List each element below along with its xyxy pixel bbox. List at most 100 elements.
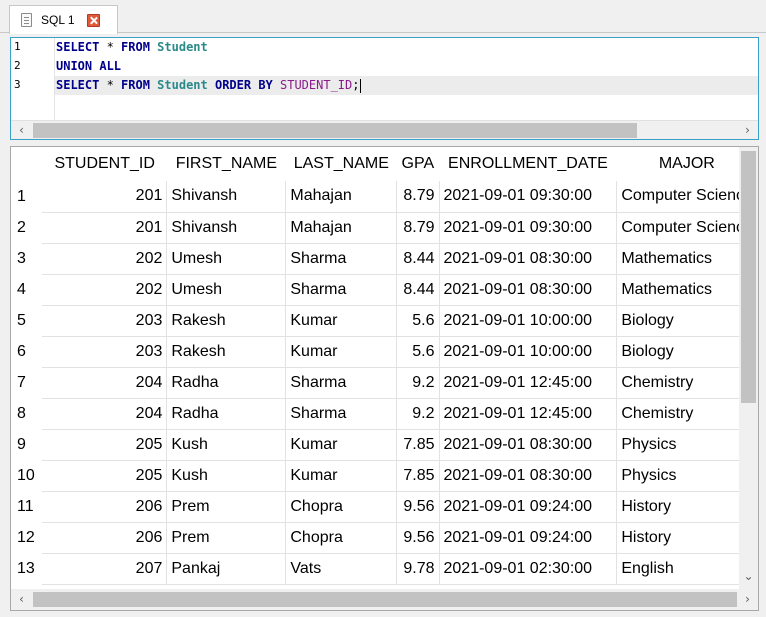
- table-cell[interactable]: 9.56: [396, 522, 440, 554]
- table-cell[interactable]: 2021-09-01 09:30:00: [439, 181, 618, 213]
- scroll-thumb[interactable]: [741, 151, 756, 403]
- table-cell[interactable]: Mathematics: [616, 274, 758, 306]
- result-grid[interactable]: STUDENT_ID FIRST_NAME LAST_NAME GPA ENRO…: [10, 146, 759, 611]
- table-cell[interactable]: Sharma: [285, 398, 398, 430]
- table-row[interactable]: 4 202 Umesh Sharma 8.44 2021-09-01 08:30:00 Ma…: [11, 274, 758, 306]
- code-line-current[interactable]: SELECT * FROM Student ORDER BY STUDENT_I…: [55, 76, 758, 95]
- table-row[interactable]: 13 207 Pankaj Vats 9.78 2021-09-01 02:30:00 En…: [11, 553, 758, 585]
- table-row[interactable]: 9 205 Kush Kumar 7.85 2021-09-01 08:30:00 Phys…: [11, 429, 758, 461]
- row-number[interactable]: 13: [11, 553, 42, 584]
- table-cell[interactable]: 205: [42, 429, 168, 461]
- table-cell[interactable]: Computer Science: [616, 212, 758, 244]
- table-cell[interactable]: Radha: [166, 398, 287, 430]
- table-cell[interactable]: 201: [42, 212, 168, 244]
- table-cell[interactable]: 2021-09-01 09:24:00: [439, 522, 618, 554]
- table-cell[interactable]: Rakesh: [166, 336, 287, 368]
- table-cell[interactable]: 2021-09-01 10:00:00: [439, 336, 618, 368]
- table-row[interactable]: 1 201 Shivansh Mahajan 8.79 2021-09-01 09:30:…: [11, 181, 758, 213]
- table-cell[interactable]: Chopra: [285, 522, 398, 554]
- table-cell[interactable]: Sharma: [285, 367, 398, 399]
- table-cell[interactable]: Chopra: [285, 491, 398, 523]
- code-line[interactable]: SELECT * FROM Student: [55, 38, 758, 57]
- table-cell[interactable]: Kumar: [285, 429, 398, 461]
- table-cell[interactable]: 202: [42, 243, 168, 275]
- table-row[interactable]: 3 202 Umesh Sharma 8.44 2021-09-01 08:30:00 Ma…: [11, 243, 758, 275]
- table-cell[interactable]: 7.85: [396, 460, 440, 492]
- column-header[interactable]: STUDENT_ID: [42, 147, 167, 181]
- scroll-left-icon[interactable]: ‹: [13, 590, 30, 608]
- table-cell[interactable]: 203: [42, 305, 168, 337]
- grid-horizontal-scrollbar[interactable]: ‹ ›: [11, 589, 758, 610]
- table-cell[interactable]: Mathematics: [616, 243, 758, 275]
- table-row[interactable]: 11 206 Prem Chopra 9.56 2021-09-01 09:24:00 Hi…: [11, 491, 758, 523]
- table-row[interactable]: 5 203 Rakesh Kumar 5.6 2021-09-01 10:00:00 Bio…: [11, 305, 758, 337]
- table-cell[interactable]: Sharma: [285, 274, 398, 306]
- column-header[interactable]: ENROLLMENT_DATE: [439, 147, 617, 181]
- scroll-thumb[interactable]: [33, 592, 737, 607]
- table-cell[interactable]: 203: [42, 336, 168, 368]
- sql-editor[interactable]: 1 2 3 SELECT * FROM Student UNION ALL SE…: [10, 37, 759, 140]
- scroll-left-icon[interactable]: ‹: [13, 121, 30, 139]
- table-cell[interactable]: Kush: [166, 429, 287, 461]
- row-number[interactable]: 3: [11, 243, 42, 274]
- table-cell[interactable]: 201: [42, 181, 168, 213]
- table-row[interactable]: 8 204 Radha Sharma 9.2 2021-09-01 12:45:00 Che…: [11, 398, 758, 430]
- table-cell[interactable]: 2021-09-01 12:45:00: [439, 367, 618, 399]
- row-number[interactable]: 9: [11, 429, 42, 460]
- table-cell[interactable]: 2021-09-01 08:30:00: [439, 274, 618, 306]
- row-number[interactable]: 7: [11, 367, 42, 398]
- table-cell[interactable]: Mahajan: [285, 181, 398, 213]
- table-row[interactable]: 12 206 Prem Chopra 9.56 2021-09-01 09:24:00 Hi…: [11, 522, 758, 554]
- table-cell[interactable]: 2021-09-01 09:24:00: [439, 491, 618, 523]
- table-cell[interactable]: 8.79: [396, 212, 440, 244]
- table-row[interactable]: 6 203 Rakesh Kumar 5.6 2021-09-01 10:00:00 Bio…: [11, 336, 758, 368]
- table-cell[interactable]: Prem: [166, 491, 287, 523]
- table-row[interactable]: 2 201 Shivansh Mahajan 8.79 2021-09-01 09:30:…: [11, 212, 758, 244]
- table-cell[interactable]: Prem: [166, 522, 287, 554]
- table-cell[interactable]: Kumar: [285, 460, 398, 492]
- table-cell[interactable]: 9.2: [396, 367, 440, 399]
- table-cell[interactable]: 206: [42, 522, 168, 554]
- table-cell[interactable]: Radha: [166, 367, 287, 399]
- table-cell[interactable]: 2021-09-01 09:30:00: [439, 212, 618, 244]
- table-cell[interactable]: History: [616, 491, 758, 523]
- table-cell[interactable]: Umesh: [166, 243, 287, 275]
- table-cell[interactable]: Umesh: [166, 274, 287, 306]
- scroll-down-icon[interactable]: ⌄: [740, 567, 757, 585]
- table-cell[interactable]: Physics: [616, 460, 758, 492]
- table-cell[interactable]: History: [616, 522, 758, 554]
- column-header[interactable]: LAST_NAME: [285, 147, 397, 181]
- table-cell[interactable]: Rakesh: [166, 305, 287, 337]
- table-cell[interactable]: 2021-09-01 12:45:00: [439, 398, 618, 430]
- table-cell[interactable]: 8.44: [396, 274, 440, 306]
- table-cell[interactable]: 2021-09-01 08:30:00: [439, 429, 618, 461]
- table-cell[interactable]: 202: [42, 274, 168, 306]
- table-cell[interactable]: 205: [42, 460, 168, 492]
- table-cell[interactable]: 2021-09-01 02:30:00: [439, 553, 618, 585]
- grid-vertical-scrollbar[interactable]: ⌄: [739, 147, 758, 589]
- table-cell[interactable]: 2021-09-01 08:30:00: [439, 243, 618, 275]
- scroll-thumb[interactable]: [33, 123, 637, 138]
- table-cell[interactable]: 5.6: [396, 336, 440, 368]
- row-number[interactable]: 5: [11, 305, 42, 336]
- table-cell[interactable]: 2021-09-01 08:30:00: [439, 460, 618, 492]
- scroll-right-icon[interactable]: ›: [739, 590, 756, 608]
- table-cell[interactable]: 206: [42, 491, 168, 523]
- table-cell[interactable]: Vats: [285, 553, 398, 585]
- table-row[interactable]: 7 204 Radha Sharma 9.2 2021-09-01 12:45:00 Che…: [11, 367, 758, 399]
- row-number[interactable]: 10: [11, 460, 42, 491]
- scroll-right-icon[interactable]: ›: [739, 121, 756, 139]
- table-cell[interactable]: Kumar: [285, 336, 398, 368]
- table-cell[interactable]: 9.78: [396, 553, 440, 585]
- table-cell[interactable]: 9.2: [396, 398, 440, 430]
- table-cell[interactable]: Chemistry: [616, 398, 758, 430]
- row-number[interactable]: 12: [11, 522, 42, 553]
- table-cell[interactable]: English: [616, 553, 758, 585]
- row-number[interactable]: 1: [11, 181, 42, 212]
- row-number[interactable]: 8: [11, 398, 42, 429]
- column-header[interactable]: MAJOR: [616, 147, 758, 181]
- table-cell[interactable]: Pankaj: [166, 553, 287, 585]
- table-cell[interactable]: Physics: [616, 429, 758, 461]
- table-cell[interactable]: 9.56: [396, 491, 440, 523]
- table-row[interactable]: 10 205 Kush Kumar 7.85 2021-09-01 08:30:00 Phy…: [11, 460, 758, 492]
